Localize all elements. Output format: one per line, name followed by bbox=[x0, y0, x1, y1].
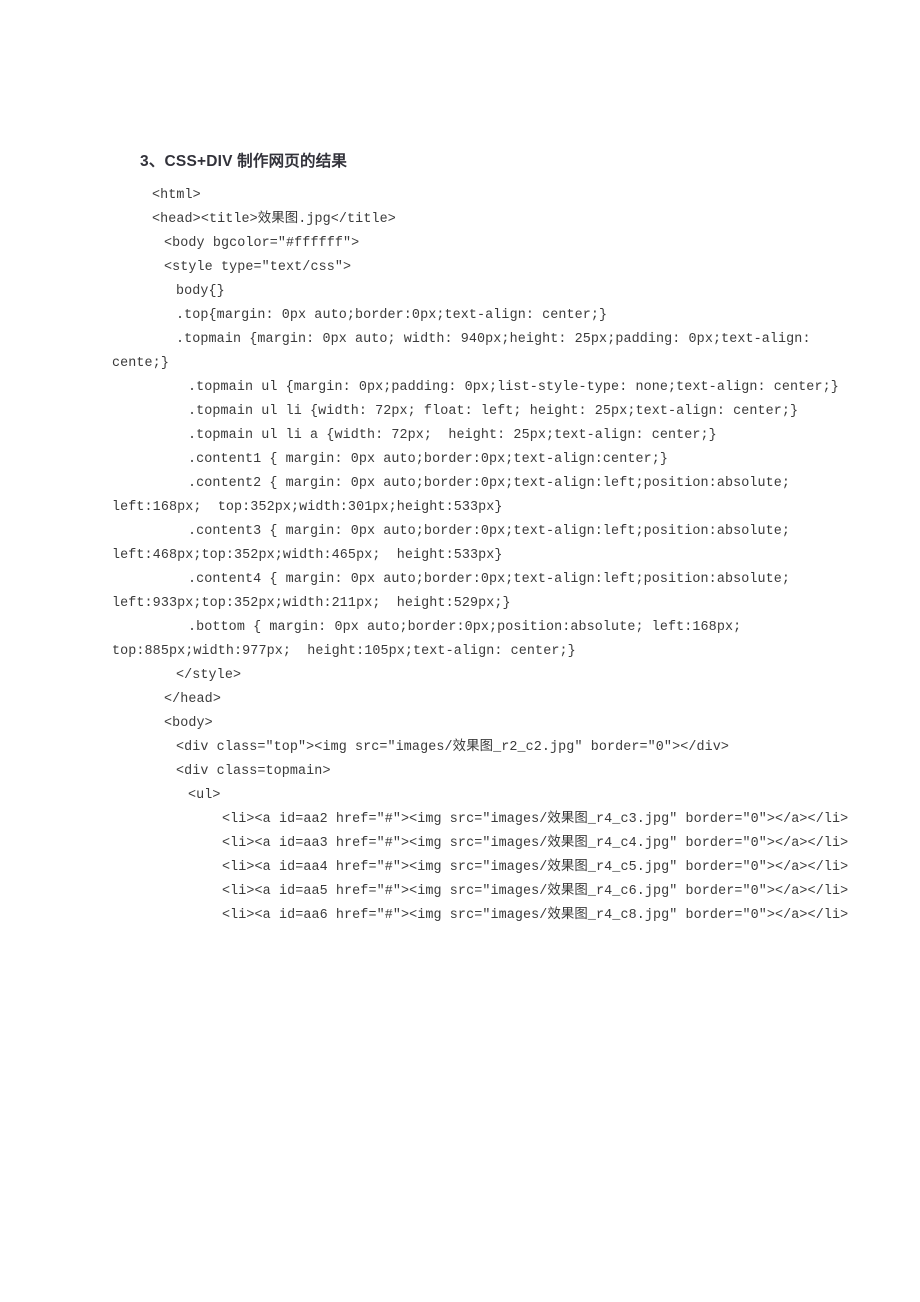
code-line: </head> bbox=[112, 688, 860, 712]
code-line: .topmain ul {margin: 0px;padding: 0px;li… bbox=[112, 376, 860, 400]
code-line: <style type=″text/css″> bbox=[112, 256, 860, 280]
code-text: <style type=″text/css″> bbox=[164, 260, 352, 275]
code-text: .bottom { margin: 0px auto;border:0px;po… bbox=[112, 620, 750, 659]
code-line: .bottom { margin: 0px auto;border:0px;po… bbox=[112, 616, 860, 664]
code-line: <div class=″top″><img src=″images/效果图_r2… bbox=[112, 736, 860, 760]
code-text: <li><a id=aa2 href=″#″><img src=″images/… bbox=[222, 812, 849, 827]
code-text: .topmain {margin: 0px auto; width: 940px… bbox=[112, 332, 819, 371]
code-line: <div class=topmain> bbox=[112, 760, 860, 784]
page-title: 3、CSS+DIV 制作网页的结果 bbox=[140, 153, 348, 170]
code-text: .topmain ul {margin: 0px;padding: 0px;li… bbox=[188, 380, 839, 395]
code-text: .content4 { margin: 0px auto;border:0px;… bbox=[112, 572, 799, 611]
code-text: <body bgcolor=″#ffffff″> bbox=[164, 236, 360, 251]
code-line: <li><a id=aa3 href=″#″><img src=″images/… bbox=[112, 832, 860, 856]
code-listing: <html> <head><title>效果图.jpg</title> <body … bbox=[112, 184, 860, 928]
code-text: .content2 { margin: 0px auto;border:0px;… bbox=[112, 476, 799, 515]
code-line: .top{margin: 0px auto;border:0px;text-al… bbox=[112, 304, 860, 328]
code-line: <li><a id=aa2 href=″#″><img src=″images/… bbox=[112, 808, 860, 832]
code-text: <li><a id=aa5 href=″#″><img src=″images/… bbox=[222, 884, 849, 899]
code-line: <body bgcolor=″#ffffff″> bbox=[112, 232, 860, 256]
code-text: .content3 { margin: 0px auto;border:0px;… bbox=[112, 524, 799, 563]
code-text: .topmain ul li a {width: 72px; height: 2… bbox=[188, 428, 717, 443]
code-line: .content2 { margin: 0px auto;border:0px;… bbox=[112, 472, 860, 520]
code-text: <li><a id=aa4 href=″#″><img src=″images/… bbox=[222, 860, 849, 875]
code-line: </style> bbox=[112, 664, 860, 688]
code-line: .content4 { margin: 0px auto;border:0px;… bbox=[112, 568, 860, 616]
code-text: <ul> bbox=[188, 788, 221, 803]
code-text: </head> bbox=[164, 692, 221, 707]
document-page: 3、CSS+DIV 制作网页的结果 <html> <head><title>效果图… bbox=[0, 0, 920, 1302]
code-text: <body> bbox=[164, 716, 213, 731]
code-text: <div class=topmain> bbox=[176, 764, 331, 779]
code-text: <div class=″top″><img src=″images/效果图_r2… bbox=[176, 740, 730, 755]
code-line: .topmain ul li a {width: 72px; height: 2… bbox=[112, 424, 860, 448]
code-text: <html> bbox=[152, 188, 201, 203]
code-line: .topmain {margin: 0px auto; width: 940px… bbox=[112, 328, 860, 376]
code-line: <li><a id=aa5 href=″#″><img src=″images/… bbox=[112, 880, 860, 904]
code-line: <head><title>效果图.jpg</title> bbox=[112, 208, 860, 232]
code-line: <ul> bbox=[112, 784, 860, 808]
code-line: <body> bbox=[112, 712, 860, 736]
code-line: <li><a id=aa4 href=″#″><img src=″images/… bbox=[112, 856, 860, 880]
code-text: <li><a id=aa6 href=″#″><img src=″images/… bbox=[222, 908, 849, 923]
code-line: .content1 { margin: 0px auto;border:0px;… bbox=[112, 448, 860, 472]
code-line: body{} bbox=[112, 280, 860, 304]
code-text: </style> bbox=[176, 668, 242, 683]
code-text: .content1 { margin: 0px auto;border:0px;… bbox=[188, 452, 669, 467]
code-line: <li><a id=aa6 href=″#″><img src=″images/… bbox=[112, 904, 860, 928]
code-line: .topmain ul li {width: 72px; float: left… bbox=[112, 400, 860, 424]
code-line: <html> bbox=[112, 184, 860, 208]
code-text: <li><a id=aa3 href=″#″><img src=″images/… bbox=[222, 836, 849, 851]
code-text: <head><title>效果图.jpg</title> bbox=[152, 212, 396, 227]
code-text: .topmain ul li {width: 72px; float: left… bbox=[188, 404, 799, 419]
code-text: body{} bbox=[176, 284, 225, 299]
code-line: .content3 { margin: 0px auto;border:0px;… bbox=[112, 520, 860, 568]
code-text: .top{margin: 0px auto;border:0px;text-al… bbox=[176, 308, 608, 323]
